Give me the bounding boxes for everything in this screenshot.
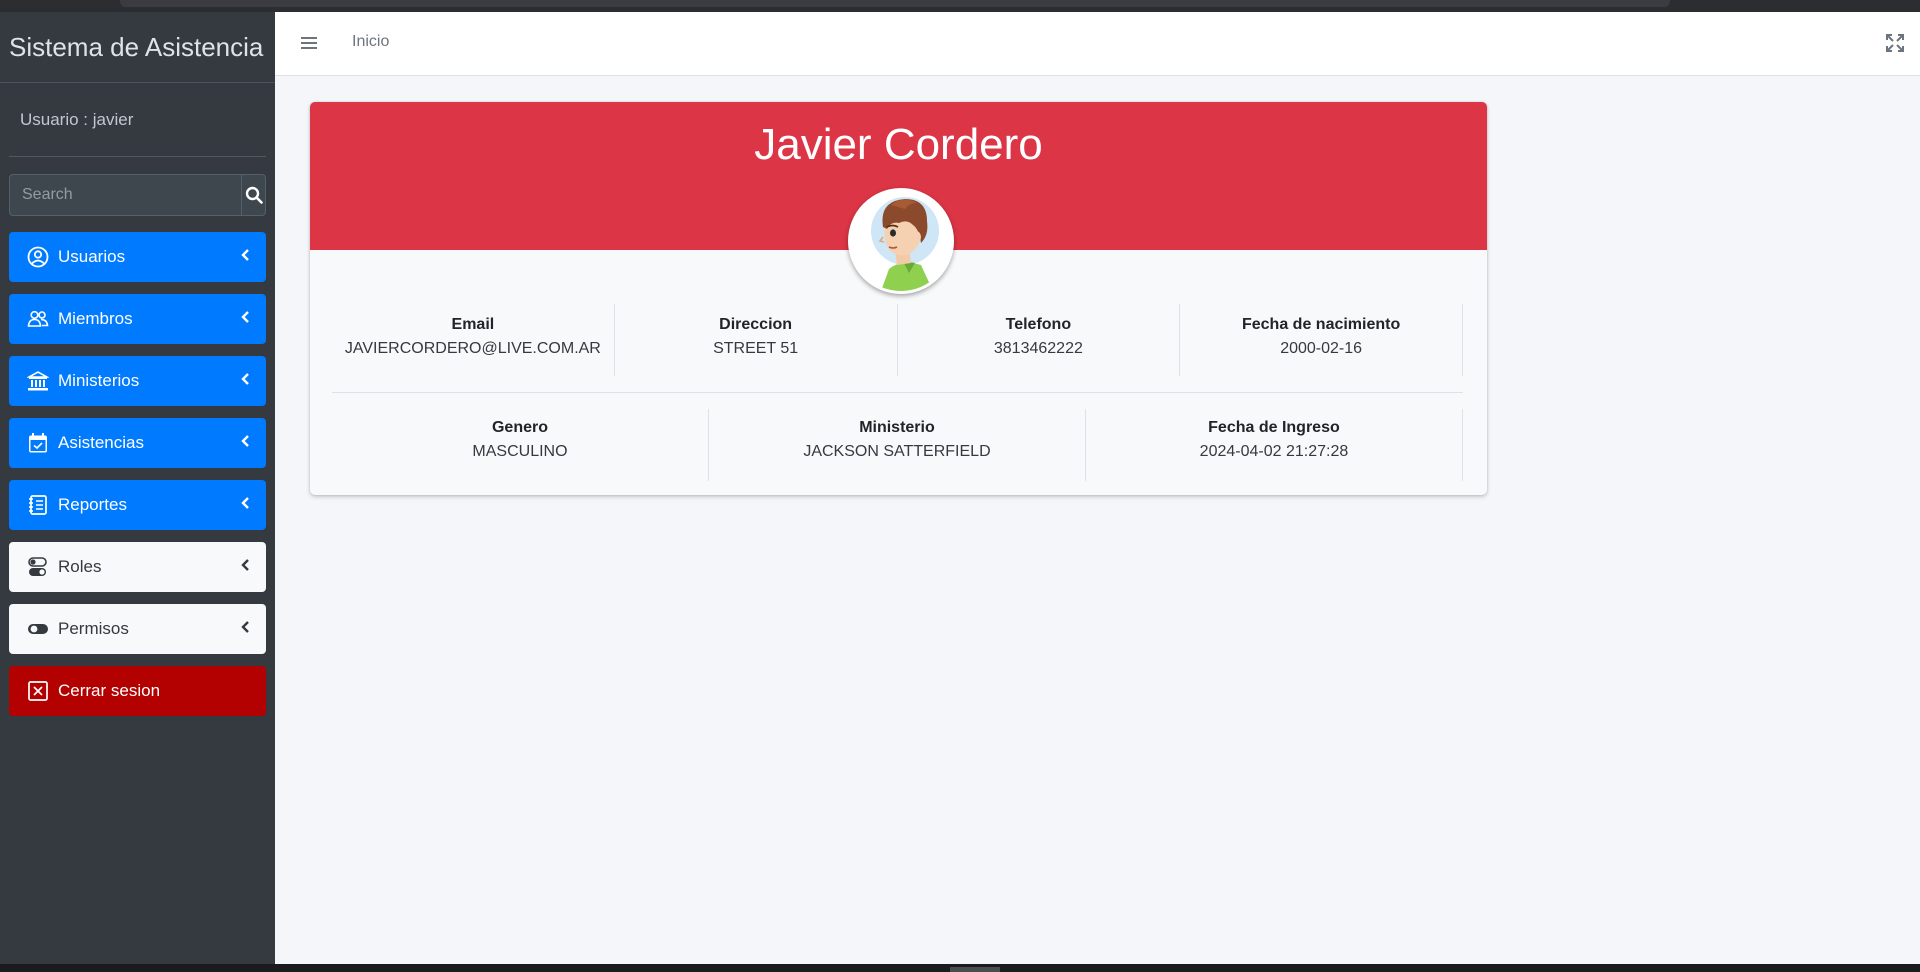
toggles-icon — [26, 555, 50, 579]
chevron-left-icon — [241, 435, 249, 447]
search-input[interactable] — [9, 174, 241, 216]
search-button[interactable] — [241, 174, 266, 216]
search-icon — [245, 186, 263, 204]
field-fecha-nacimiento: Fecha de nacimiento 2000-02-16 — [1180, 304, 1463, 376]
field-label: Telefono — [1005, 316, 1072, 333]
field-label: Genero — [491, 419, 548, 436]
sidebar-item-label: Asistencias — [58, 433, 144, 452]
field-genero: Genero MASCULINO — [332, 409, 709, 481]
nav-link-inicio[interactable]: Inicio — [352, 33, 389, 51]
sidebar-item-permisos[interactable]: Permisos — [9, 604, 266, 654]
field-direccion: Direccion STREET 51 — [615, 304, 898, 376]
chevron-left-icon — [241, 311, 249, 323]
hamburger-menu-icon[interactable] — [300, 34, 318, 52]
profile-details-row2: Genero MASCULINO Ministerio JACKSON SATT… — [332, 409, 1463, 481]
sidebar-item-label: Reportes — [58, 495, 127, 514]
sidebar: Sistema de Asistencia Usuario : javier U… — [0, 12, 275, 964]
field-label: Fecha de nacimiento — [1241, 316, 1401, 333]
profile-card: Javier Cordero Email JAVIERCORDERO@LIVE.… — [310, 102, 1487, 495]
user-panel: Usuario : javier — [9, 83, 266, 157]
field-label: Ministerio — [859, 419, 935, 436]
sidebar-item-label: Usuarios — [58, 247, 126, 266]
sidebar-item-label: Miembros — [58, 309, 133, 328]
browser-top-strip — [0, 0, 1920, 12]
top-navbar: Inicio — [275, 12, 1920, 76]
sidebar-item-roles[interactable]: Roles — [9, 542, 266, 592]
field-label: Email — [451, 316, 495, 333]
close-box-icon — [26, 679, 50, 703]
building-columns-icon — [26, 369, 50, 393]
avatar-illustration — [851, 191, 951, 291]
field-value: 2000-02-16 — [1280, 340, 1363, 357]
chevron-left-icon — [241, 497, 249, 509]
chevron-left-icon — [241, 621, 249, 633]
user-circle-icon — [26, 245, 50, 269]
sidebar-item-label: Ministerios — [58, 371, 140, 390]
field-email: Email JAVIERCORDERO@LIVE.COM.AR — [332, 304, 615, 376]
field-value: STREET 51 — [713, 340, 799, 357]
divider — [332, 392, 1463, 393]
brand-title[interactable]: Sistema de Asistencia — [0, 12, 275, 83]
chevron-left-icon — [241, 249, 249, 261]
logout-button[interactable]: Cerrar sesion — [9, 666, 266, 716]
calendar-check-icon — [26, 431, 50, 455]
field-label: Fecha de Ingreso — [1208, 419, 1340, 436]
fullscreen-icon[interactable] — [1886, 34, 1904, 52]
browser-tab-bar — [120, 0, 1670, 7]
sidebar-item-usuarios[interactable]: Usuarios — [9, 232, 266, 282]
field-value: 3813462222 — [993, 340, 1083, 357]
field-value: MASCULINO — [472, 443, 568, 460]
avatar — [848, 188, 954, 294]
scrollbar-thumb[interactable] — [950, 967, 1000, 972]
main-content: Inicio Javier Cordero Email JAVIERCORDER… — [275, 12, 1920, 964]
sidebar-item-label: Permisos — [58, 619, 129, 638]
field-label: Direccion — [719, 316, 793, 333]
profile-details-row1: Email JAVIERCORDERO@LIVE.COM.AR Direccio… — [332, 304, 1463, 376]
users-icon — [26, 307, 50, 331]
field-value: 2024-04-02 21:27:28 — [1199, 443, 1349, 460]
sidebar-search — [9, 174, 266, 216]
toggle-icon — [26, 617, 50, 641]
sidebar-nav: Usuarios Miembros Ministerios Asistencia… — [9, 232, 266, 716]
sidebar-item-ministerios[interactable]: Ministerios — [9, 356, 266, 406]
report-icon — [26, 493, 50, 517]
profile-name: Javier Cordero — [754, 120, 1043, 169]
sidebar-item-reportes[interactable]: Reportes — [9, 480, 266, 530]
field-ministerio: Ministerio JACKSON SATTERFIELD — [709, 409, 1086, 481]
sidebar-item-asistencias[interactable]: Asistencias — [9, 418, 266, 468]
bottom-scrollbar[interactable] — [0, 964, 1920, 972]
field-fecha-ingreso: Fecha de Ingreso 2024-04-02 21:27:28 — [1086, 409, 1463, 481]
sidebar-item-label: Roles — [58, 557, 102, 576]
field-value: JACKSON SATTERFIELD — [803, 443, 991, 460]
sidebar-item-miembros[interactable]: Miembros — [9, 294, 266, 344]
field-value: JAVIERCORDERO@LIVE.COM.AR — [344, 340, 601, 357]
chevron-left-icon — [241, 373, 249, 385]
field-telefono: Telefono 3813462222 — [898, 304, 1181, 376]
sidebar-item-label: Cerrar sesion — [58, 681, 161, 700]
chevron-left-icon — [241, 559, 249, 571]
